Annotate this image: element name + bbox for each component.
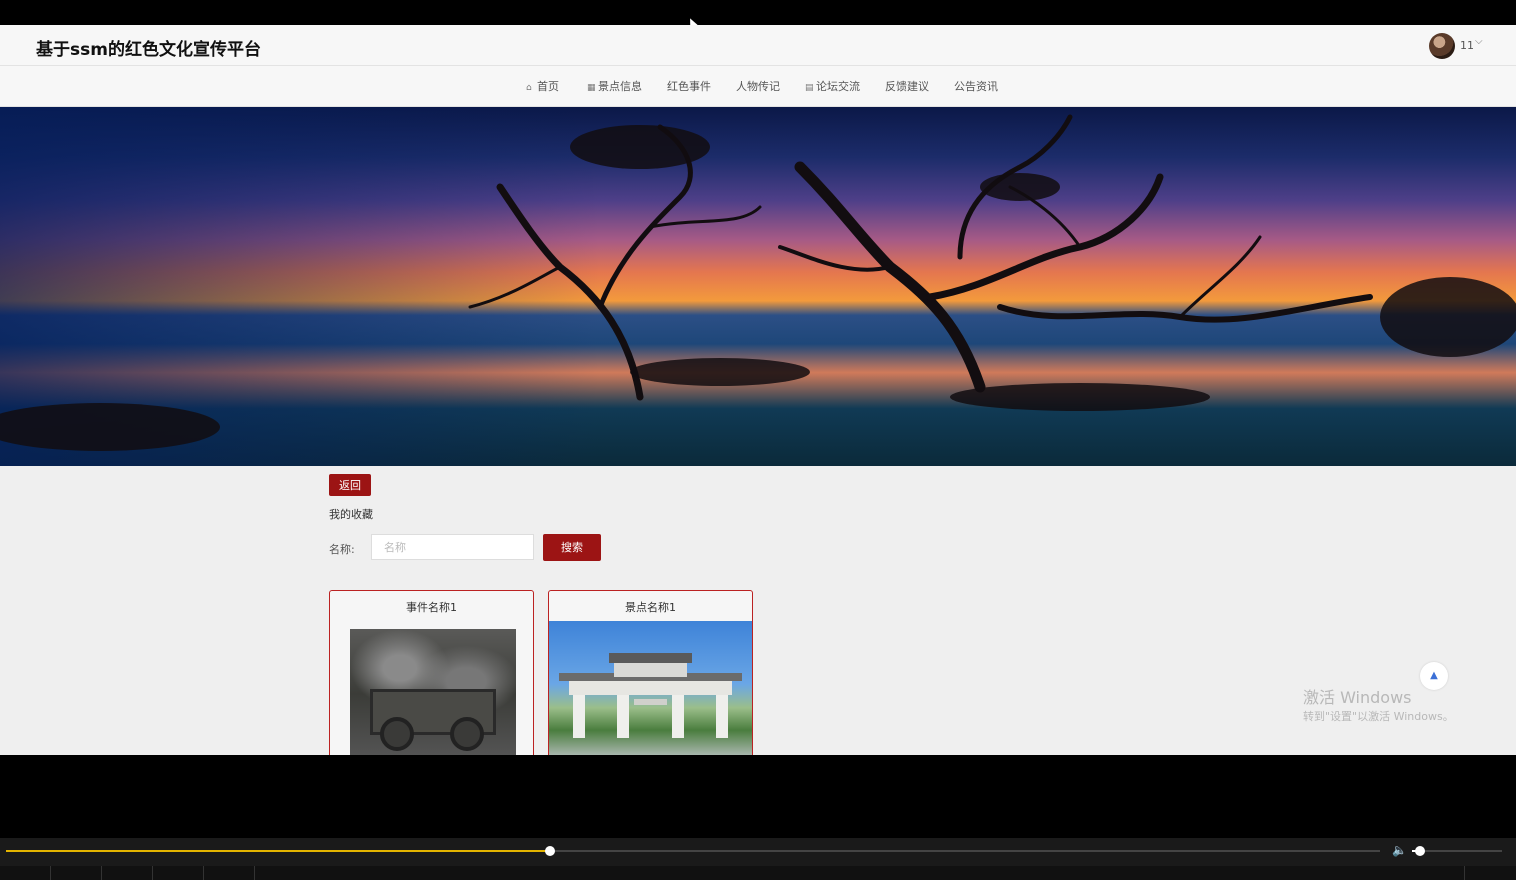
taskbar-strip — [0, 866, 1516, 880]
tree-silhouette — [0, 114, 1516, 451]
browser-page: 基于ssm的红色文化宣传平台 11 ⌵ ⌂ 首页 ▦ 景点信息 红色事件 人物传记 … — [0, 25, 1516, 755]
site-header: 基于ssm的红色文化宣传平台 11 ⌵ — [0, 25, 1516, 66]
nav-item-announcements[interactable]: 公告资讯 — [954, 78, 998, 94]
nav-label: 首页 — [537, 80, 559, 93]
chevron-down-icon[interactable]: ⌵ — [1475, 36, 1483, 47]
progress-bar[interactable] — [6, 850, 1380, 852]
search-input[interactable] — [371, 534, 534, 560]
windows-activation-hint: 转到"设置"以激活 Windows。 — [1303, 710, 1454, 723]
volume-slider[interactable] — [1412, 850, 1502, 852]
nav-label: 论坛交流 — [816, 80, 860, 93]
nav-item-home[interactable]: ⌂ 首页 — [526, 78, 559, 94]
user-name[interactable]: 11 — [1460, 39, 1474, 52]
nav-label: 景点信息 — [598, 80, 642, 93]
nav-item-feedback[interactable]: 反馈建议 — [885, 78, 929, 94]
user-avatar[interactable] — [1429, 33, 1455, 59]
favorite-card[interactable]: 事件名称1 — [329, 590, 534, 755]
scroll-top-button[interactable]: ▲ — [1420, 662, 1448, 690]
card-title: 景点名称1 — [625, 601, 676, 614]
progress-fill — [6, 850, 551, 852]
home-icon: ⌂ — [526, 83, 532, 93]
grid-icon: ▦ — [587, 83, 596, 93]
card-image[interactable] — [350, 629, 516, 755]
main-nav: ⌂ 首页 ▦ 景点信息 红色事件 人物传记 ▤ 论坛交流 反馈建议 公告资讯 — [0, 66, 1516, 107]
favorite-card[interactable]: 景点名称1 — [548, 590, 753, 755]
nav-item-biography[interactable]: 人物传记 — [736, 78, 780, 94]
banner-image — [0, 107, 1516, 466]
windows-activation-title: 激活 Windows — [1303, 688, 1412, 707]
progress-handle[interactable] — [545, 846, 556, 856]
volume-icon[interactable]: 🔈 — [1392, 843, 1407, 857]
card-title: 事件名称1 — [406, 601, 457, 614]
nav-item-scenic[interactable]: ▦ 景点信息 — [587, 78, 642, 94]
card-image[interactable] — [549, 621, 752, 755]
nav-item-events[interactable]: 红色事件 — [667, 78, 711, 94]
screen-top-bar — [0, 0, 1516, 25]
site-title: 基于ssm的红色文化宣传平台 — [36, 40, 261, 60]
list-icon: ▤ — [805, 83, 814, 93]
search-button[interactable]: 搜索 — [543, 534, 601, 561]
page-title: 我的收藏 — [329, 508, 373, 521]
back-button[interactable]: 返回 — [329, 474, 371, 496]
nav-item-forum[interactable]: ▤ 论坛交流 — [805, 78, 860, 94]
search-label: 名称: — [329, 543, 355, 556]
volume-handle[interactable] — [1415, 846, 1426, 856]
